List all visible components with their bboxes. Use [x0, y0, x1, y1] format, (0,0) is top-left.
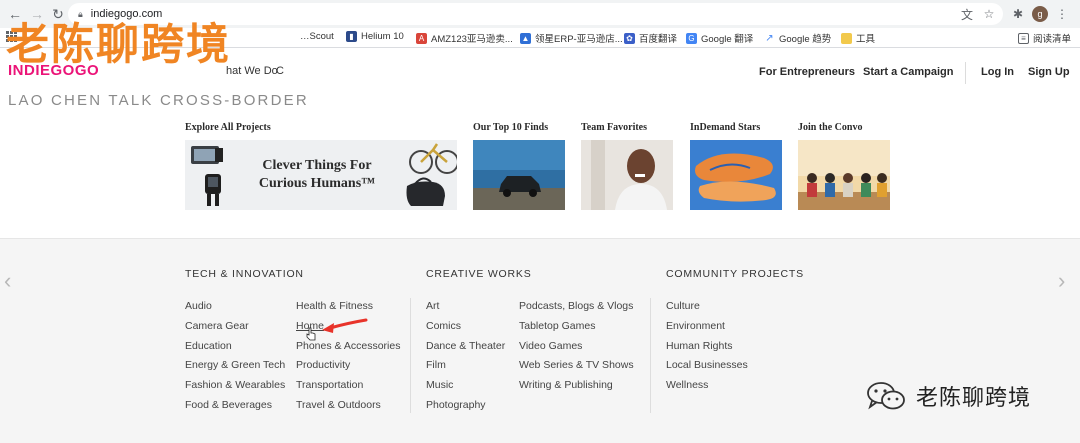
hand-cursor-icon	[306, 327, 316, 341]
category-dance-theater[interactable]: Dance & Theater	[426, 340, 505, 352]
indemand-stars-label[interactable]: InDemand Stars	[690, 122, 760, 133]
extensions-icon[interactable]: ✱	[1009, 3, 1027, 25]
column-divider	[410, 298, 411, 413]
nav-item-partial[interactable]: C	[276, 65, 284, 77]
bookmark-lingxing[interactable]: ▲ 领星ERP-亚马逊店...	[520, 31, 623, 45]
baidu-icon: ✿	[624, 32, 635, 44]
reading-list-icon: ≡	[1018, 32, 1029, 44]
category-transportation[interactable]: Transportation	[296, 379, 363, 391]
category-local-businesses[interactable]: Local Businesses	[666, 359, 748, 371]
column-divider	[650, 298, 651, 413]
category-writing-publishing[interactable]: Writing & Publishing	[519, 379, 613, 391]
bookmark-label: 领星ERP-亚马逊店...	[535, 34, 623, 45]
explore-banner[interactable]: Clever Things For Curious Humans™	[185, 140, 457, 210]
team-favorites-tile[interactable]	[581, 140, 673, 210]
category-art[interactable]: Art	[426, 300, 439, 312]
category-wellness[interactable]: Wellness	[666, 379, 708, 391]
helium-icon: ▮	[346, 31, 357, 42]
category-travel-outdoors[interactable]: Travel & Outdoors	[296, 399, 381, 411]
reading-list[interactable]: ≡ 阅读清单	[1018, 31, 1071, 45]
bookmark-amz123[interactable]: A AMZ123亚马逊卖...	[416, 31, 513, 45]
category-camera-gear[interactable]: Camera Gear	[185, 320, 249, 332]
category-food-beverages[interactable]: Food & Beverages	[185, 399, 272, 411]
annotation-arrow-icon	[322, 318, 368, 333]
team-favorites-label[interactable]: Team Favorites	[581, 122, 647, 133]
bookmark-helium10[interactable]: ▮ Helium 10	[346, 31, 404, 42]
profile-initial: g	[1037, 9, 1043, 19]
category-web-series-tv-shows[interactable]: Web Series & TV Shows	[519, 359, 634, 371]
category-environment[interactable]: Environment	[666, 320, 725, 332]
bookmark-google-trends[interactable]: ↗ Google 趋势	[764, 31, 832, 46]
trends-icon: ↗	[765, 32, 774, 44]
category-film[interactable]: Film	[426, 359, 446, 371]
bookmark-label: …Scout	[300, 31, 334, 42]
creative-works-heading[interactable]: CREATIVE WORKS	[426, 268, 532, 280]
bookmark-label: 工具	[856, 34, 876, 45]
friends-sunset-image	[798, 140, 890, 210]
category-audio[interactable]: Audio	[185, 300, 212, 312]
category-culture[interactable]: Culture	[666, 300, 700, 312]
lock-icon: 🔒︎	[78, 8, 83, 19]
bookmark-label: 百度翻译	[639, 34, 678, 45]
for-entrepreneurs-link[interactable]: For Entrepreneurs	[759, 66, 855, 78]
bookmark-label: Google 趋势	[779, 34, 832, 45]
category-podcasts-blogs-vlogs[interactable]: Podcasts, Blogs & Vlogs	[519, 300, 633, 312]
lingxing-icon: ▲	[520, 32, 531, 44]
banner-line-1: Clever Things For	[262, 158, 372, 173]
community-projects-heading[interactable]: COMMUNITY PROJECTS	[666, 268, 804, 280]
explore-all-label[interactable]: Explore All Projects	[185, 122, 271, 133]
car-by-sea-image	[473, 140, 565, 210]
top10-label[interactable]: Our Top 10 Finds	[473, 122, 548, 133]
url-text: indiegogo.com	[90, 8, 163, 20]
category-human-rights[interactable]: Human Rights	[666, 340, 733, 352]
category-health-fitness[interactable]: Health & Fitness	[296, 300, 373, 312]
login-link[interactable]: Log In	[981, 66, 1014, 78]
chevron-right-icon[interactable]: ›	[1058, 268, 1065, 294]
translate-icon[interactable]: 文	[958, 3, 976, 25]
category-video-games[interactable]: Video Games	[519, 340, 582, 352]
man-smiling-image	[581, 140, 673, 210]
google-translate-icon: G	[686, 32, 697, 44]
bookmark-google-translate[interactable]: G Google 翻译	[686, 31, 753, 45]
watermark-title: 老陈聊跨境	[6, 20, 231, 70]
category-productivity[interactable]: Productivity	[296, 359, 350, 371]
category-tabletop-games[interactable]: Tabletop Games	[519, 320, 595, 332]
bookmark-label: Google 翻译	[701, 34, 754, 45]
header-divider	[965, 62, 966, 84]
watermark-subtitle: LAO CHEN TALK CROSS-BORDER	[8, 92, 309, 109]
bookmark-label: 阅读清单	[1033, 34, 1072, 45]
star-icon[interactable]: ☆	[980, 3, 998, 25]
category-phones-accessories[interactable]: Phones & Accessories	[296, 340, 400, 352]
profile-avatar[interactable]: g	[1032, 6, 1048, 22]
banner-line-2: Curious Humans™	[258, 176, 376, 191]
watermark-bottom-text: 老陈聊跨境	[916, 386, 1032, 411]
banner-headline: Clever Things For Curious Humans™	[247, 157, 387, 193]
signup-link[interactable]: Sign Up	[1028, 66, 1070, 78]
join-convo-label[interactable]: Join the Convo	[798, 122, 862, 133]
sandals-image	[690, 140, 782, 210]
menu-icon[interactable]: ⋮	[1053, 3, 1071, 25]
amz-icon: A	[416, 32, 427, 44]
indemand-stars-tile[interactable]	[690, 140, 782, 210]
folder-icon	[841, 32, 852, 44]
category-fashion-wearables[interactable]: Fashion & Wearables	[185, 379, 285, 391]
chevron-left-icon[interactable]: ‹	[4, 268, 11, 294]
wechat-icon	[867, 382, 905, 410]
category-music[interactable]: Music	[426, 379, 453, 391]
nav-what-we-do[interactable]: hat We Do	[226, 65, 278, 77]
bookmark-label: Helium 10	[361, 31, 404, 42]
start-campaign-link[interactable]: Start a Campaign	[863, 66, 953, 78]
category-photography[interactable]: Photography	[426, 399, 486, 411]
category-comics[interactable]: Comics	[426, 320, 461, 332]
tech-innovation-heading[interactable]: TECH & INNOVATION	[185, 268, 304, 280]
wechat-watermark: 老陈聊跨境	[866, 380, 1031, 412]
bookmark-label: AMZ123亚马逊卖...	[431, 34, 513, 45]
bookmark-baidu-translate[interactable]: ✿ 百度翻译	[624, 31, 677, 45]
top10-tile[interactable]	[473, 140, 565, 210]
category-energy-green-tech[interactable]: Energy & Green Tech	[185, 359, 285, 371]
bookmark-scout[interactable]: …Scout	[300, 31, 334, 42]
category-education[interactable]: Education	[185, 340, 232, 352]
bookmark-tools-folder[interactable]: 工具	[841, 31, 875, 45]
join-convo-tile[interactable]	[798, 140, 890, 210]
